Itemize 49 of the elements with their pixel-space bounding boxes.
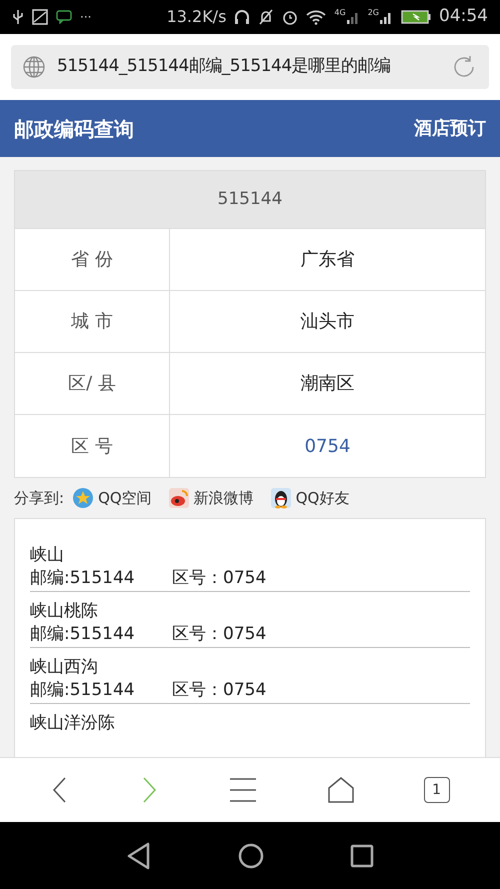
- place-name[interactable]: 峡山洋汾陈: [30, 712, 470, 735]
- recent-apps-icon[interactable]: [350, 844, 374, 868]
- globe-icon: [23, 56, 45, 78]
- penguin-icon: [270, 487, 292, 509]
- area-code-text: 区号：0754: [172, 623, 266, 646]
- row-label: 区 号: [15, 415, 170, 477]
- place-name[interactable]: 峡山桃陈: [30, 600, 470, 623]
- home-icon[interactable]: [326, 776, 355, 804]
- network-type: 2G: [368, 9, 379, 17]
- image-icon: [32, 9, 48, 25]
- postcode-text: 邮编:515144: [30, 623, 136, 646]
- eye-logo-icon: [168, 487, 190, 509]
- postcode-text: 邮编:515144: [30, 679, 136, 702]
- network-speed: 13.2K/s: [166, 6, 226, 28]
- area-code-link[interactable]: 0754: [304, 432, 350, 460]
- back-icon[interactable]: [126, 842, 152, 870]
- row-label: 区/ 县: [15, 353, 170, 414]
- clock-time: 04:54: [439, 5, 488, 28]
- menu-icon[interactable]: [228, 777, 258, 803]
- page-title: 515144_515144邮编_515144是哪里的邮编: [57, 55, 392, 78]
- postcode-text: 邮编:515144: [30, 567, 136, 590]
- place-name[interactable]: 峡山西沟: [30, 656, 470, 679]
- share-link[interactable]: QQ空间: [72, 486, 152, 510]
- tab-count[interactable]: 1: [424, 777, 450, 803]
- row-value: 广东省: [300, 248, 354, 272]
- more-notifications: ···: [80, 9, 92, 26]
- area-code-text: 区号：0754: [172, 679, 266, 702]
- usb-icon: [12, 9, 24, 25]
- wifi-icon: [306, 9, 326, 25]
- site-title: 邮政编码查询: [14, 116, 134, 142]
- chat-icon: [56, 10, 72, 24]
- row-label: 城 市: [15, 291, 170, 352]
- home-icon[interactable]: [238, 842, 264, 868]
- alarm-icon: [282, 9, 298, 25]
- area-code-text: 区号：0754: [172, 567, 266, 590]
- share-label: 分享到:: [14, 488, 64, 509]
- table-heading: 515144: [15, 171, 485, 229]
- row-label: 省 份: [15, 229, 170, 290]
- hotel-booking-link[interactable]: 酒店预订: [414, 115, 486, 142]
- share-link[interactable]: QQ好友: [270, 486, 350, 510]
- battery-charging-icon: [401, 10, 431, 24]
- muted-bell-icon: [258, 9, 274, 25]
- address-bar[interactable]: 515144_515144邮编_515144是哪里的邮编: [11, 45, 489, 89]
- network-type: 4G: [334, 9, 346, 17]
- place-name[interactable]: 峡山: [30, 544, 470, 567]
- share-link[interactable]: 新浪微博: [168, 486, 254, 510]
- row-value: 潮南区: [300, 372, 354, 396]
- row-value: 汕头市: [300, 310, 354, 334]
- headphones-icon: [234, 9, 250, 25]
